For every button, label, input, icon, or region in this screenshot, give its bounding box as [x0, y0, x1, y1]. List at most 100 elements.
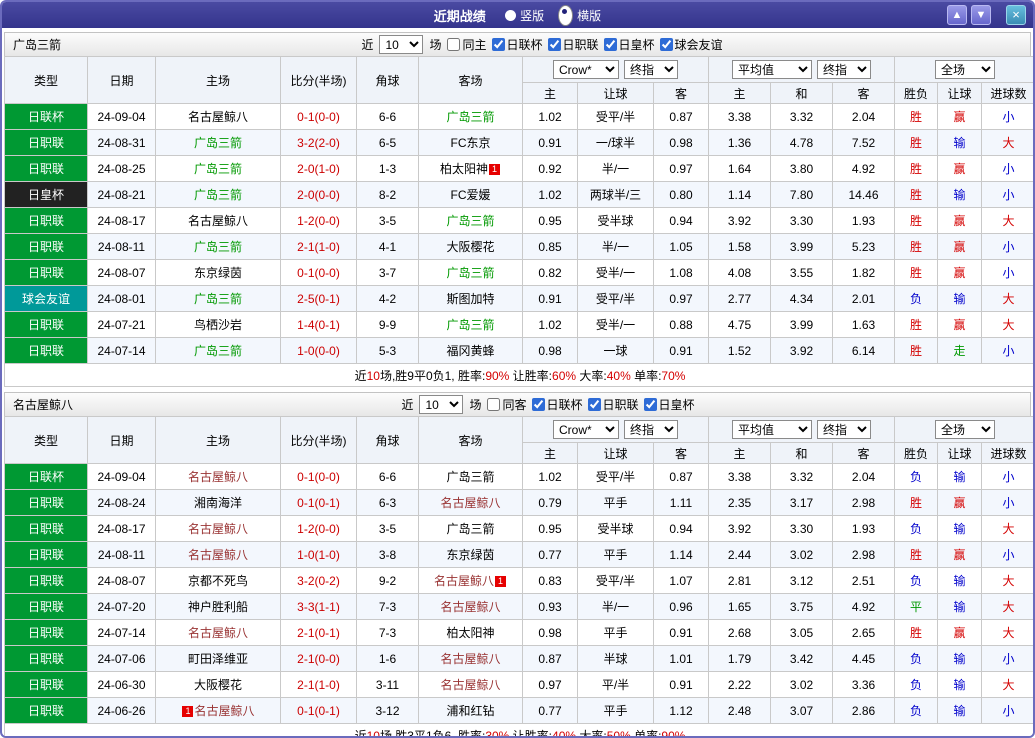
- avg-away: 3.36: [831, 671, 896, 698]
- team-link[interactable]: 名古屋鲸八: [188, 214, 248, 228]
- home-team: 名古屋鲸八: [155, 541, 281, 568]
- team-link[interactable]: 名古屋鲸八: [440, 652, 500, 666]
- team-link[interactable]: 名古屋鲸八: [440, 496, 500, 510]
- filter-1-1[interactable]: 日联杯: [531, 396, 583, 413]
- team-link[interactable]: 广岛三箭: [194, 292, 242, 306]
- team-link[interactable]: 名古屋鲸八: [194, 704, 254, 718]
- team-link[interactable]: 湘南海洋: [194, 496, 242, 510]
- team-link[interactable]: 广岛三箭: [446, 318, 494, 332]
- league-tag: 日职联: [4, 489, 88, 516]
- filter-0-3[interactable]: 日皇杯: [603, 36, 655, 53]
- result-goals: 大: [981, 207, 1033, 234]
- filter-0-2[interactable]: 日职联: [547, 36, 599, 53]
- radio-vertical[interactable]: 竖版: [505, 7, 544, 24]
- match-date: 24-08-24: [87, 489, 156, 516]
- team-link[interactable]: 名古屋鲸八: [188, 522, 248, 536]
- team-link[interactable]: FC东京: [451, 136, 491, 150]
- team-link[interactable]: FC爱媛: [451, 188, 491, 202]
- move-up-button[interactable]: ▲: [947, 5, 967, 25]
- team-link[interactable]: 广岛三箭: [194, 162, 242, 176]
- team-link[interactable]: 名古屋鲸八: [440, 600, 500, 614]
- average-select[interactable]: 平均值: [732, 60, 813, 79]
- score: 2-5(0-1): [280, 285, 357, 312]
- filter-checkbox[interactable]: [587, 398, 601, 411]
- team-link[interactable]: 名古屋鲸八: [188, 548, 248, 562]
- team-link[interactable]: 大阪樱花: [446, 240, 494, 254]
- filter-1-0[interactable]: 同客: [487, 396, 527, 413]
- team-link[interactable]: 广岛三箭: [446, 522, 494, 536]
- match-date: 24-08-17: [87, 515, 156, 542]
- team-link[interactable]: 广岛三箭: [446, 110, 494, 124]
- team-link[interactable]: 福冈黄蜂: [446, 344, 494, 358]
- odds-away: 0.80: [653, 181, 709, 208]
- subcol-2: 客: [653, 82, 709, 104]
- team-link[interactable]: 名古屋鲸八: [440, 678, 500, 692]
- subcol-0: 主: [522, 82, 578, 104]
- team-link[interactable]: 广岛三箭: [446, 214, 494, 228]
- odds-home: 0.87: [522, 645, 578, 672]
- team-link[interactable]: 京都不死鸟: [188, 574, 248, 588]
- bookmaker-select[interactable]: Crow*: [553, 420, 619, 439]
- odds-away: 1.05: [653, 233, 709, 260]
- away-team: FC爱媛: [418, 181, 523, 208]
- team-link[interactable]: 东京绿茵: [446, 548, 494, 562]
- team-link[interactable]: 广岛三箭: [194, 240, 242, 254]
- filter-1-2[interactable]: 日职联: [587, 396, 639, 413]
- team-link[interactable]: 名古屋鲸八: [188, 470, 248, 484]
- filter-checkbox[interactable]: [447, 38, 461, 51]
- final-index-select-2[interactable]: 终指: [817, 420, 872, 439]
- score: 1-2(0-0): [280, 515, 357, 542]
- filter-checkbox[interactable]: [491, 38, 505, 51]
- team-link[interactable]: 广岛三箭: [446, 266, 494, 280]
- subcol-1: 让球: [577, 442, 654, 464]
- filter-checkbox[interactable]: [531, 398, 545, 411]
- team-link[interactable]: 神户胜利船: [188, 600, 248, 614]
- team-link[interactable]: 东京绿茵: [194, 266, 242, 280]
- team-link[interactable]: 大阪樱花: [194, 678, 242, 692]
- team-link[interactable]: 鸟栖沙岩: [194, 318, 242, 332]
- fulltime-select[interactable]: 全场: [935, 60, 996, 79]
- odds-home: 0.95: [522, 207, 578, 234]
- radio-horizontal[interactable]: 横版: [558, 4, 601, 26]
- match-row: 日职联 24-08-31 广岛三箭 3-2(2-0) 6-5 FC东京 0.91 一/球半 0.…: [4, 129, 1033, 156]
- team-link[interactable]: 名古屋鲸八: [434, 574, 494, 588]
- result-wdl: 胜: [894, 541, 939, 568]
- final-index-select-2[interactable]: 终指: [817, 60, 872, 79]
- corners: 8-2: [356, 181, 419, 208]
- average-select[interactable]: 平均值: [732, 420, 813, 439]
- filter-checkbox[interactable]: [659, 38, 673, 51]
- filter-checkbox[interactable]: [487, 398, 501, 411]
- filter-1-3[interactable]: 日皇杯: [643, 396, 695, 413]
- close-button[interactable]: ×: [1006, 5, 1026, 25]
- team-link[interactable]: 名古屋鲸八: [188, 626, 248, 640]
- recent-count-select[interactable]: 10: [379, 35, 424, 54]
- filter-checkbox[interactable]: [603, 38, 617, 51]
- filter-0-4[interactable]: 球会友谊: [659, 36, 723, 53]
- fulltime-select[interactable]: 全场: [935, 420, 996, 439]
- recent-count-select[interactable]: 10: [419, 395, 464, 414]
- final-index-select[interactable]: 终指: [624, 420, 678, 439]
- col-date: 日期: [87, 56, 156, 104]
- summary-part: 大率:: [576, 368, 607, 383]
- col-corner: 角球: [356, 416, 419, 464]
- move-down-button[interactable]: ▼: [971, 5, 991, 25]
- team-link[interactable]: 广岛三箭: [194, 344, 242, 358]
- final-index-select[interactable]: 终指: [624, 60, 678, 79]
- team-link[interactable]: 柏太阳神: [446, 626, 494, 640]
- result-goals: 小: [981, 103, 1033, 130]
- filter-0-1[interactable]: 日联杯: [491, 36, 543, 53]
- team-link[interactable]: 町田泽维亚: [188, 652, 248, 666]
- team-link[interactable]: 浦和红钻: [446, 704, 494, 718]
- match-row: 日职联 24-08-11 名古屋鲸八 1-0(1-0) 3-8 东京绿茵 0.77 平手 1.1…: [4, 541, 1033, 568]
- bookmaker-select[interactable]: Crow*: [553, 60, 619, 79]
- team-link[interactable]: 广岛三箭: [194, 188, 242, 202]
- team-link[interactable]: 名古屋鲸八: [188, 110, 248, 124]
- filter-checkbox[interactable]: [547, 38, 561, 51]
- team-link[interactable]: 斯图加特: [446, 292, 494, 306]
- team-link[interactable]: 广岛三箭: [446, 470, 494, 484]
- team-link[interactable]: 广岛三箭: [194, 136, 242, 150]
- odds-handicap: 半/一: [577, 233, 654, 260]
- team-link[interactable]: 柏太阳神: [440, 162, 488, 176]
- filter-0-0[interactable]: 同主: [447, 36, 487, 53]
- filter-checkbox[interactable]: [643, 398, 657, 411]
